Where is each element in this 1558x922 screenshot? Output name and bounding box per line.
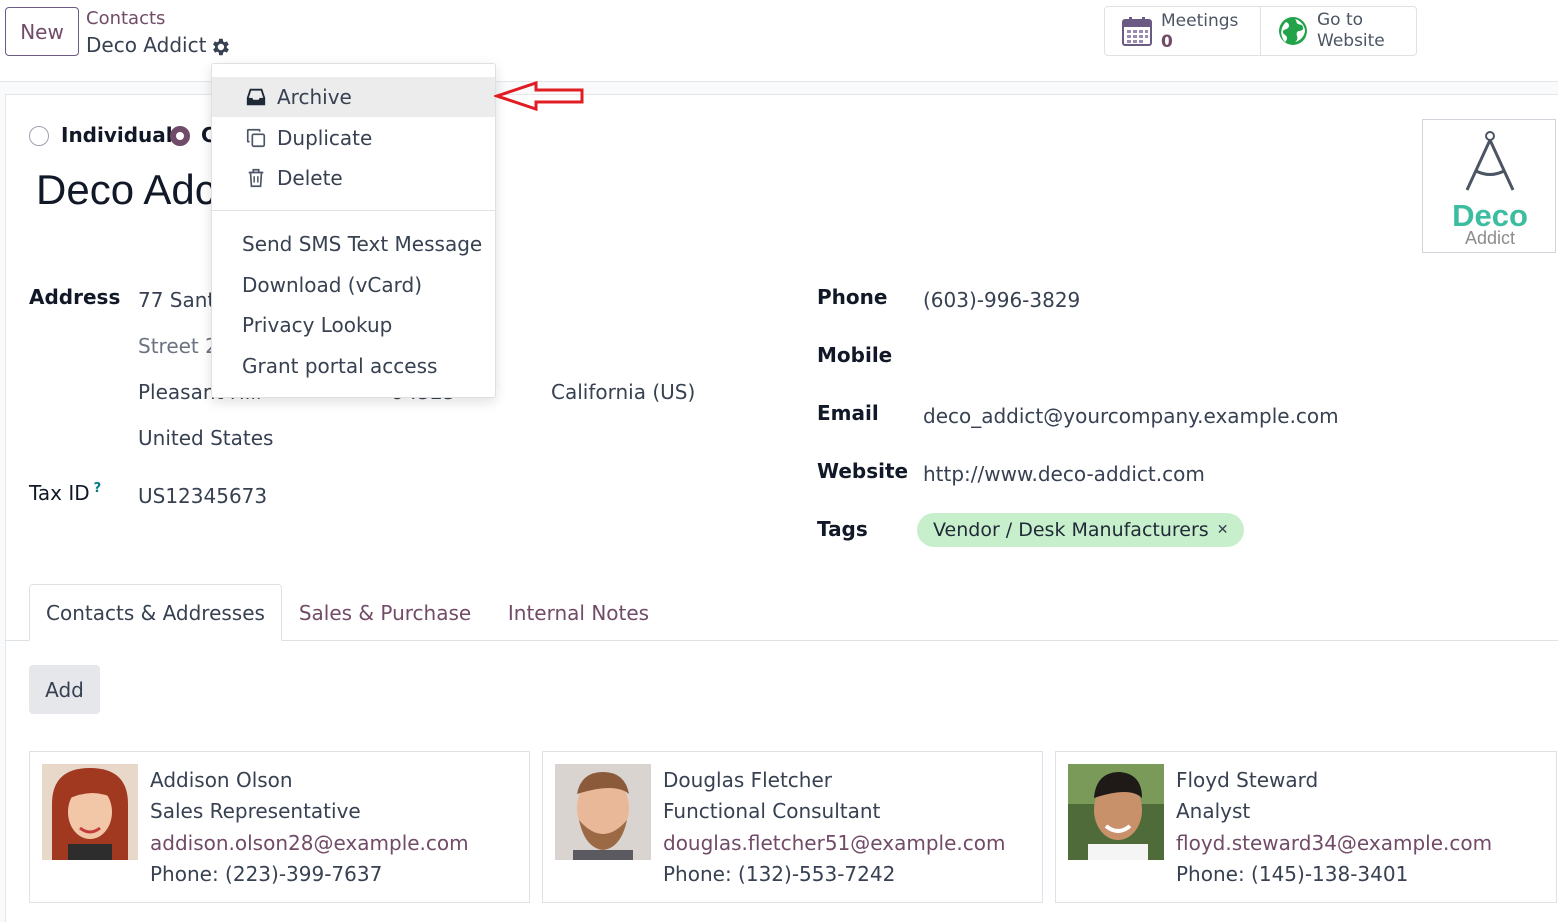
contact-job: Sales Representative [150, 799, 361, 823]
contact-phone: Phone: (145)-138-3401 [1176, 862, 1409, 886]
phone-field[interactable]: (603)-996-3829 [923, 288, 1080, 312]
phone-label: Phone [817, 285, 888, 309]
avatar [42, 764, 138, 860]
tax-id-label: Tax ID? [29, 481, 102, 505]
tab-sales-purchase[interactable]: Sales & Purchase [290, 584, 480, 641]
tag-vendor-desk-manufacturers: Vendor / Desk Manufacturers ✕ [917, 513, 1245, 547]
go-to-website-button[interactable]: Go to Website [1260, 6, 1417, 56]
menu-item-delete[interactable]: Delete [212, 158, 495, 198]
contact-card[interactable]: Floyd Steward Analyst floyd.steward34@ex… [1055, 751, 1557, 903]
tag-label: Vendor / Desk Manufacturers [933, 519, 1209, 541]
email-label: Email [817, 401, 879, 425]
globe-icon [1279, 17, 1307, 45]
email-field[interactable]: deco_addict@yourcompany.example.com [923, 404, 1339, 428]
address-label: Address [29, 285, 121, 309]
contact-phone: Phone: (132)-553-7242 [663, 862, 896, 886]
state-field[interactable]: California (US) [551, 380, 695, 404]
gear-dropdown-menu: Archive Duplicate Delete Send SMS Text M… [211, 63, 496, 398]
radio-individual[interactable] [29, 126, 49, 146]
tab-internal-notes[interactable]: Internal Notes [496, 584, 661, 641]
breadcrumb-current: Deco Addict [86, 33, 207, 57]
calendar-icon [1122, 17, 1152, 46]
add-contact-button[interactable]: Add [29, 665, 100, 714]
partner-name-field[interactable]: Deco Adc [36, 166, 216, 214]
archive-icon [246, 88, 266, 106]
gear-icon[interactable] [209, 36, 231, 58]
annotation-arrow-icon [494, 80, 584, 112]
website-field[interactable]: http://www.deco-addict.com [923, 462, 1205, 486]
radio-company[interactable] [170, 126, 190, 146]
mobile-label: Mobile [817, 343, 893, 367]
menu-item-send-sms[interactable]: Send SMS Text Message [212, 224, 495, 264]
help-tooltip-icon[interactable]: ? [94, 481, 102, 496]
menu-item-duplicate[interactable]: Duplicate [212, 118, 495, 158]
contact-email[interactable]: floyd.steward34@example.com [1176, 831, 1492, 855]
mobile-field[interactable] [923, 346, 1323, 372]
contact-name: Floyd Steward [1176, 768, 1319, 792]
trash-icon [248, 168, 264, 188]
menu-item-grant-portal-access[interactable]: Grant portal access [212, 346, 495, 386]
meetings-smart-button[interactable]: Meetings 0 [1104, 6, 1261, 56]
menu-item-label: Delete [277, 166, 343, 190]
tags-label: Tags [817, 517, 868, 541]
contact-card[interactable]: Addison Olson Sales Representative addis… [29, 751, 530, 903]
avatar [1068, 764, 1164, 860]
contact-card[interactable]: Douglas Fletcher Functional Consultant d… [542, 751, 1043, 903]
contact-email[interactable]: douglas.fletcher51@example.com [663, 831, 1005, 855]
contact-name: Douglas Fletcher [663, 768, 833, 792]
new-button[interactable]: New [5, 7, 79, 56]
website-label-line2: Website [1317, 31, 1385, 51]
meetings-label: Meetings [1161, 10, 1239, 31]
meetings-count: 0 [1161, 31, 1173, 52]
tag-remove-icon[interactable]: ✕ [1217, 522, 1229, 538]
avatar [555, 764, 651, 860]
menu-item-label: Duplicate [277, 126, 373, 150]
duplicate-icon [246, 128, 266, 148]
tab-contacts-addresses[interactable]: Contacts & Addresses [29, 584, 282, 641]
contact-job: Functional Consultant [663, 799, 881, 823]
tax-id-field[interactable]: US12345673 [138, 484, 267, 508]
website-field-label: Website [817, 459, 909, 483]
contact-job: Analyst [1176, 799, 1251, 823]
menu-item-label: Archive [277, 85, 352, 109]
menu-item-archive[interactable]: Archive [212, 77, 495, 117]
menu-item-download-vcard[interactable]: Download (vCard) [212, 265, 495, 305]
menu-item-privacy-lookup[interactable]: Privacy Lookup [212, 305, 495, 345]
website-label-line1: Go to [1317, 10, 1364, 30]
country-field[interactable]: United States [138, 426, 273, 450]
contact-email[interactable]: addison.olson28@example.com [150, 831, 469, 855]
logo-text-addict: Addict [1464, 228, 1516, 248]
contact-phone: Phone: (223)-399-7637 [150, 862, 383, 886]
company-logo[interactable]: Deco Addict [1422, 119, 1556, 253]
contact-name: Addison Olson [150, 768, 293, 792]
compass-icon [1465, 131, 1515, 191]
radio-individual-label[interactable]: Individual [61, 123, 173, 147]
menu-divider [212, 210, 495, 211]
breadcrumb-contacts-link[interactable]: Contacts [86, 8, 165, 29]
